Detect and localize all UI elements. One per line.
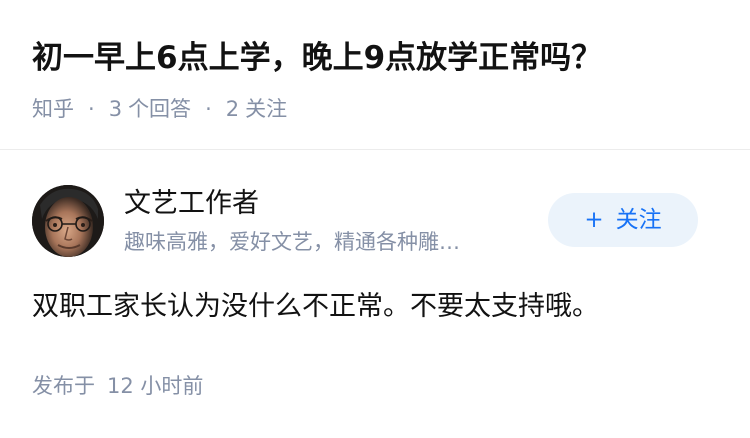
- timestamp-prefix: 发布于: [32, 374, 95, 398]
- question-header: 初一早上6点上学，晚上9点放学正常吗？ 知乎 · 3 个回答 · 2 关注: [0, 0, 750, 150]
- meta-separator: ·: [88, 97, 95, 121]
- author-bio: 趣味高雅，爱好文艺，精通各种雕…: [124, 230, 460, 254]
- answer-card: 文艺工作者 趣味高雅，爱好文艺，精通各种雕… + 关注 双职工家长认为没什么不正常…: [0, 151, 750, 438]
- follower-count-label[interactable]: 关注: [245, 94, 287, 124]
- answer-count-label[interactable]: 个回答: [128, 94, 191, 124]
- answer-count[interactable]: 3: [109, 94, 122, 124]
- answer-content[interactable]: 双职工家长认为没什么不正常。不要太支持哦。: [32, 287, 599, 327]
- timestamp-value: 12 小时前: [107, 374, 204, 398]
- answer-timestamp: 发布于 12 小时前: [32, 371, 203, 401]
- meta-separator: ·: [205, 97, 212, 121]
- question-meta: 知乎 · 3 个回答 · 2 关注: [32, 94, 287, 124]
- source-label[interactable]: 知乎: [32, 94, 74, 124]
- question-title[interactable]: 初一早上6点上学，晚上9点放学正常吗？: [32, 36, 602, 80]
- follower-count[interactable]: 2: [226, 94, 239, 124]
- follow-button-label: 关注: [615, 207, 662, 233]
- author-name[interactable]: 文艺工作者: [124, 185, 259, 223]
- avatar[interactable]: [32, 185, 104, 257]
- follow-button[interactable]: + 关注: [548, 193, 698, 247]
- plus-icon: +: [584, 207, 604, 233]
- avatar-portrait-image: [32, 185, 104, 257]
